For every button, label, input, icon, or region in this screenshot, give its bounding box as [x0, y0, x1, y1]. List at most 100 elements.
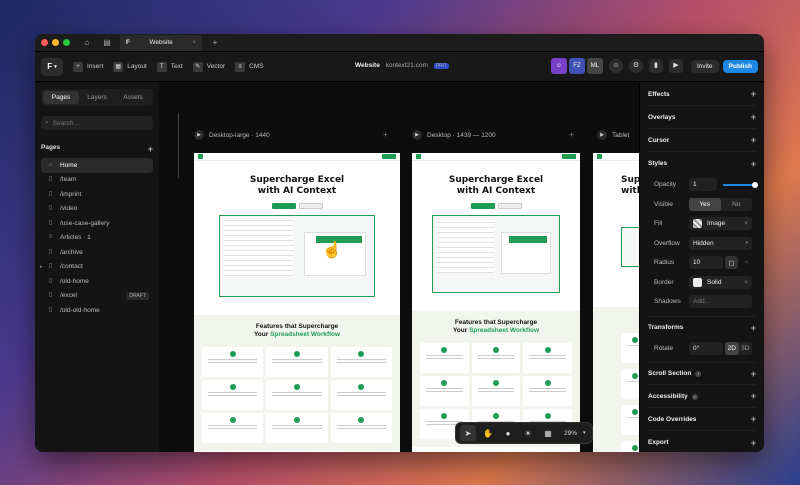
- new-tab-icon[interactable]: +: [208, 36, 222, 50]
- home-icon[interactable]: ⌂: [80, 36, 94, 50]
- add-accessibility-icon[interactable]: +: [751, 391, 756, 401]
- frame-label-desktop[interactable]: ▶ Desktop · 1439 — 1200: [412, 130, 496, 140]
- page-item-team[interactable]: ▯ /team: [41, 173, 153, 188]
- play-icon[interactable]: ▶: [194, 130, 204, 140]
- section-overlays[interactable]: Overlays +: [648, 106, 756, 129]
- framer-menu-button[interactable]: F ▾: [41, 57, 63, 76]
- hand-tool-icon[interactable]: ✋: [480, 425, 496, 441]
- rotate-input[interactable]: 0°: [689, 341, 723, 355]
- frame-desktop-large[interactable]: Supercharge Excel with AI Context ☝ Featu…: [194, 153, 400, 452]
- play-preview-icon[interactable]: ▶: [668, 59, 683, 73]
- frame-label-tablet[interactable]: ▶ Tablet: [597, 130, 629, 140]
- section-styles[interactable]: Styles +: [648, 152, 756, 175]
- insert-tool[interactable]: + Insert: [73, 61, 103, 72]
- add-breakpoint-icon[interactable]: +: [569, 130, 574, 139]
- visible-no-button[interactable]: No: [721, 198, 753, 211]
- mode-3d-button[interactable]: 3D: [739, 342, 753, 355]
- chevron-down-icon: ▾: [583, 430, 586, 436]
- minimize-window-button[interactable]: [52, 39, 59, 46]
- page-item-excel[interactable]: ▯ /excel DRAFT: [41, 289, 153, 304]
- close-tab-icon[interactable]: ×: [192, 39, 196, 46]
- invite-button[interactable]: Invite: [690, 59, 719, 73]
- add-scroll-section-icon[interactable]: +: [751, 369, 756, 379]
- cms-tool[interactable]: ≡ CMS: [235, 61, 264, 72]
- info-icon[interactable]: i: [695, 371, 702, 377]
- avatar[interactable]: ☺: [550, 58, 567, 74]
- close-window-button[interactable]: [41, 39, 48, 46]
- page-item-home[interactable]: ⌂ Home: [41, 158, 153, 173]
- play-icon[interactable]: ▶: [597, 130, 607, 140]
- section-code-overrides[interactable]: Code Overrides +: [648, 408, 756, 431]
- fill-field[interactable]: Image ×: [689, 217, 752, 231]
- settings-icon[interactable]: ⚙: [628, 59, 643, 73]
- tab-website[interactable]: F Website ×: [120, 34, 202, 51]
- add-style-icon[interactable]: +: [751, 159, 756, 169]
- publish-button[interactable]: Publish: [722, 59, 758, 73]
- text-tool[interactable]: T Text: [156, 61, 183, 72]
- add-overlay-icon[interactable]: +: [751, 112, 756, 122]
- add-transform-icon[interactable]: +: [751, 323, 756, 333]
- section-cursor[interactable]: Cursor +: [648, 129, 756, 152]
- shadows-field[interactable]: Add...: [689, 295, 752, 309]
- overflow-select[interactable]: Hidden ▾: [689, 236, 752, 250]
- section-export[interactable]: Export +: [648, 431, 756, 452]
- comment-tool-icon[interactable]: ●: [500, 425, 516, 441]
- project-title[interactable]: Website kontext21.com PRO: [355, 62, 449, 69]
- add-page-button[interactable]: +: [148, 144, 153, 154]
- play-icon[interactable]: ▶: [412, 130, 422, 140]
- add-override-icon[interactable]: +: [751, 414, 756, 424]
- info-icon[interactable]: i: [691, 393, 698, 400]
- frame-desktop[interactable]: Supercharge Excel with AI Context Feature…: [412, 153, 580, 452]
- section-scroll[interactable]: Scroll Section i +: [648, 362, 756, 385]
- border-field[interactable]: Solid ×: [689, 275, 752, 289]
- add-effect-icon[interactable]: +: [751, 89, 756, 99]
- tab-pages[interactable]: Pages: [43, 91, 79, 104]
- page-item-contact[interactable]: ▸ ▯ /contact: [40, 260, 153, 275]
- grid-icon[interactable]: ▦: [540, 425, 556, 441]
- add-cursor-icon[interactable]: +: [751, 135, 756, 145]
- radius-all-corners-icon[interactable]: ▢: [725, 256, 738, 270]
- select-tool-icon[interactable]: ➤: [460, 425, 476, 441]
- remove-border-icon[interactable]: ×: [744, 279, 748, 286]
- hero-line-2: with AI Context: [257, 186, 337, 196]
- mode-2d-button[interactable]: 2D: [725, 341, 739, 355]
- chevron-right-icon[interactable]: ▸: [40, 264, 43, 270]
- zoom-control[interactable]: 29% ▾: [564, 430, 586, 437]
- avatar-ml[interactable]: ML: [586, 58, 603, 74]
- opacity-input[interactable]: 1: [689, 178, 717, 192]
- tab-assets[interactable]: Assets: [115, 91, 151, 104]
- vector-tool[interactable]: ✎ Vector: [192, 61, 225, 72]
- tab-layers[interactable]: Layers: [79, 91, 115, 104]
- vector-icon: ✎: [192, 61, 203, 72]
- radius-per-corner-icon[interactable]: ▫: [740, 259, 753, 266]
- theme-toggle-icon[interactable]: ☀: [520, 425, 536, 441]
- page-item-old-old-home[interactable]: ▯ /old-old-home: [41, 303, 153, 318]
- page-item-use-case-gallery[interactable]: ▯ /use-case-gallery: [41, 216, 153, 231]
- chat-icon[interactable]: ☺: [608, 59, 623, 73]
- analytics-icon[interactable]: ▮: [648, 59, 663, 73]
- add-export-icon[interactable]: +: [751, 438, 756, 448]
- page-item-articles[interactable]: ≡ Articles · 1: [41, 231, 153, 246]
- visible-yes-button[interactable]: Yes: [689, 197, 721, 211]
- maximize-window-button[interactable]: [63, 39, 70, 46]
- page-item-archive[interactable]: ▯ /archive: [41, 245, 153, 260]
- page-item-imprint[interactable]: ▯ /imprint: [41, 187, 153, 202]
- radius-input[interactable]: 10: [689, 256, 723, 270]
- add-breakpoint-icon[interactable]: +: [383, 130, 388, 139]
- site-logo: [597, 154, 602, 159]
- search-input[interactable]: ⌕ Search...: [41, 116, 153, 130]
- page-item-video[interactable]: ▯ /video: [41, 202, 153, 217]
- page-item-old-home[interactable]: ▯ /old-home: [41, 274, 153, 289]
- remove-fill-icon[interactable]: ×: [744, 220, 748, 227]
- avatar-fz[interactable]: FZ: [568, 58, 585, 74]
- frame-tablet[interactable]: Supercharge Excelwith AI Context: [593, 153, 639, 452]
- opacity-slider[interactable]: [723, 181, 758, 188]
- site-logo: [198, 154, 203, 159]
- section-effects[interactable]: Effects +: [648, 83, 756, 106]
- design-canvas[interactable]: ▶ Desktop-large · 1440 + ▶ Desktop · 1439 …: [159, 83, 639, 452]
- section-transforms[interactable]: Transforms +: [648, 315, 756, 339]
- layout-tool[interactable]: ▦ Layout: [113, 61, 147, 72]
- inbox-icon[interactable]: ▤: [100, 36, 114, 50]
- section-accessibility[interactable]: Accessibility i +: [648, 385, 756, 408]
- frame-label-desktop-large[interactable]: ▶ Desktop-large · 1440: [194, 130, 270, 140]
